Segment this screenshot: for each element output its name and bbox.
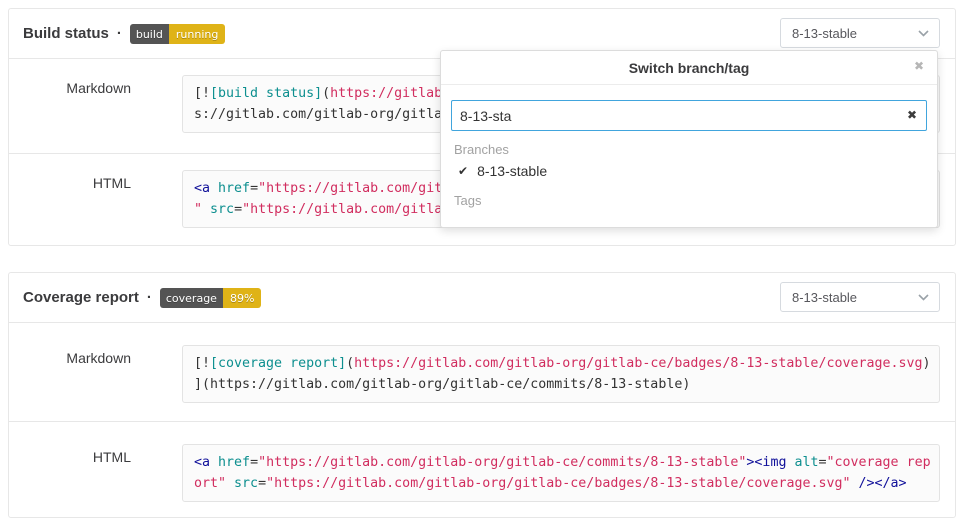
coverage-report-panel: Coverage report · coverage 89% 8-13-stab… [8,272,956,518]
coverage-badge: coverage 89% [160,288,262,308]
title-separator: · [147,289,152,306]
popup-title: Switch branch/tag [629,60,750,76]
branch-selector-value: 8-13-stable [792,290,857,305]
title-separator: · [117,25,122,42]
branches-section-header: Branches [454,142,927,157]
markdown-label: Markdown [9,75,131,133]
chevron-down-icon [918,30,929,37]
branch-item-label: 8-13-stable [477,163,547,179]
branch-search-input[interactable] [451,100,927,131]
popup-header: Switch branch/tag ✖ [441,51,937,85]
html-code-snippet: <a href="https://gitlab.com/gitlab-org/g… [182,444,940,502]
chevron-down-icon [918,294,929,301]
close-icon[interactable]: ✖ [914,60,924,72]
branch-selector-dropdown[interactable]: 8-13-stable [780,282,940,312]
branch-search: ✖ [451,100,927,131]
markdown-row: Markdown [![coverage report](https://git… [9,323,955,421]
html-label: HTML [9,170,131,228]
build-status-badge: build running [130,24,226,44]
html-label: HTML [9,444,131,502]
panel-title: Build status [23,25,109,42]
badge-label: coverage [160,288,223,308]
badge-value: 89% [223,288,261,308]
panel-title: Coverage report [23,289,139,306]
tags-section-header: Tags [454,193,927,208]
markdown-label: Markdown [9,345,131,403]
markdown-code-snippet: [![coverage report](https://gitlab.com/g… [182,345,940,403]
check-icon: ✔ [458,164,468,178]
branch-selector-value: 8-13-stable [792,26,857,41]
badge-value: running [169,24,225,44]
badge-label: build [130,24,169,44]
switch-branch-popup: Switch branch/tag ✖ ✖ Branches ✔ 8-13-st… [440,50,938,228]
branch-selector-dropdown[interactable]: 8-13-stable [780,18,940,48]
html-row: HTML <a href="https://gitlab.com/gitlab-… [9,421,955,520]
popup-body: ✖ Branches ✔ 8-13-stable Tags [441,85,937,208]
clear-search-icon[interactable]: ✖ [907,109,917,121]
coverage-report-header: Coverage report · coverage 89% 8-13-stab… [9,273,955,323]
branch-item-8-13-stable[interactable]: ✔ 8-13-stable [451,160,927,182]
